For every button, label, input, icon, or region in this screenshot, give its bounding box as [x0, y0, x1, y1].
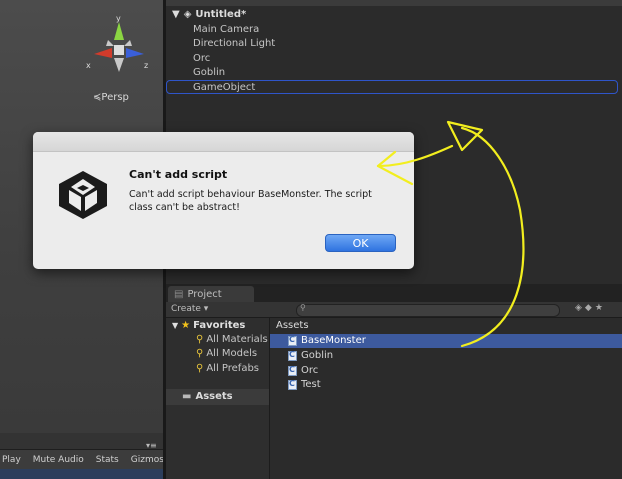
scene-name: Untitled* [195, 9, 247, 20]
gizmos-dropdown[interactable]: Gizmos [131, 455, 164, 465]
asset-test[interactable]: Test [288, 379, 321, 390]
filter-by-label-icon[interactable]: ◆ [585, 303, 595, 313]
asset-label: Test [301, 379, 321, 390]
hierarchy-item-gameobject[interactable]: GameObject [193, 82, 255, 93]
search-icon: ⚲ [196, 363, 204, 374]
favorites-header[interactable]: ▼ ★ Favorites [172, 320, 245, 331]
favorite-all-prefabs[interactable]: ⚲ All Prefabs [196, 363, 259, 374]
favorite-all-models[interactable]: ⚲ All Models [196, 348, 257, 359]
hierarchy-item-directional-light[interactable]: Directional Light [193, 38, 275, 49]
favorites-label: Favorites [193, 320, 246, 331]
dialog-title: Can't add script [129, 168, 228, 181]
dialog-message: Can't add script behaviour BaseMonster. … [129, 189, 372, 213]
csharp-script-icon [288, 365, 297, 376]
unity-logo-icon [59, 171, 107, 219]
foldout-arrow-icon[interactable]: ▼ [172, 9, 180, 20]
filter-icons[interactable]: ◈◆★ [575, 303, 606, 313]
unity-scene-icon: ◈ [183, 9, 192, 20]
asset-label: Orc [301, 365, 319, 376]
scene-status-strip [0, 433, 163, 449]
assets-folder-label: Assets [195, 391, 233, 402]
star-icon: ★ [181, 320, 191, 331]
maximize-on-play-toggle[interactable]: Play [2, 455, 21, 465]
csharp-script-icon [288, 335, 297, 346]
filter-by-type-icon[interactable]: ◈ [575, 303, 585, 313]
persp-toggle[interactable]: ≼Persp [93, 92, 129, 103]
search-icon: ⚲ [300, 303, 306, 312]
gizmo-center[interactable] [114, 45, 124, 55]
z-axis-cone[interactable] [126, 48, 144, 58]
csharp-script-icon [288, 379, 297, 390]
hierarchy-item-goblin[interactable]: Goblin [193, 67, 225, 78]
gizmo-z-label: z [144, 61, 148, 70]
tab-project[interactable]: ▤ Project [168, 286, 254, 302]
favorite-label: All Prefabs [206, 363, 260, 374]
scene-root-item[interactable]: ▼ ◈ Untitled* [172, 9, 246, 20]
gizmo-y-label: y [116, 16, 121, 23]
favorite-all-materials[interactable]: ⚲ All Materials [196, 334, 268, 345]
folder-icon: ▤ [174, 288, 184, 300]
asset-goblin[interactable]: Goblin [288, 350, 333, 361]
game-view-area [0, 469, 163, 479]
ok-button[interactable]: OK [325, 234, 396, 252]
mute-audio-toggle[interactable]: Mute Audio [33, 455, 84, 465]
assets-breadcrumb: Assets [276, 320, 309, 331]
search-icon: ⚲ [196, 348, 204, 359]
favorite-label: All Models [206, 348, 258, 359]
dialog-titlebar[interactable] [33, 132, 414, 152]
gizmo-x-label: x [86, 61, 91, 70]
stats-toggle[interactable]: Stats [96, 455, 119, 465]
assets-folder[interactable]: ▬ Assets [182, 391, 233, 402]
create-button[interactable]: Create ▾ [171, 304, 208, 314]
x-axis-cone[interactable] [94, 48, 112, 58]
folder-icon: ▬ [182, 391, 192, 402]
asset-orc[interactable]: Orc [288, 365, 318, 376]
tab-project-label: Project [187, 288, 222, 300]
asset-basemonster[interactable]: BaseMonster [288, 335, 366, 346]
hierarchy-toolbar [166, 0, 622, 6]
y-axis-cone[interactable] [114, 22, 124, 40]
favorite-label: All Materials [206, 334, 268, 345]
search-icon: ⚲ [196, 334, 204, 345]
game-view-toolbar: Play Mute Audio Stats Gizmos ▾ [0, 449, 174, 470]
asset-label: Goblin [301, 350, 334, 361]
star-icon[interactable]: ★ [595, 303, 606, 313]
persp-label: Persp [101, 92, 129, 103]
csharp-script-icon [288, 350, 297, 361]
hierarchy-item-orc[interactable]: Orc [193, 53, 210, 64]
search-input[interactable] [296, 304, 560, 317]
asset-label: BaseMonster [301, 335, 366, 346]
scene-gizmo[interactable]: y x z [86, 16, 152, 78]
foldout-arrow-icon[interactable]: ▼ [172, 321, 178, 330]
hierarchy-item-main-camera[interactable]: Main Camera [193, 24, 259, 35]
